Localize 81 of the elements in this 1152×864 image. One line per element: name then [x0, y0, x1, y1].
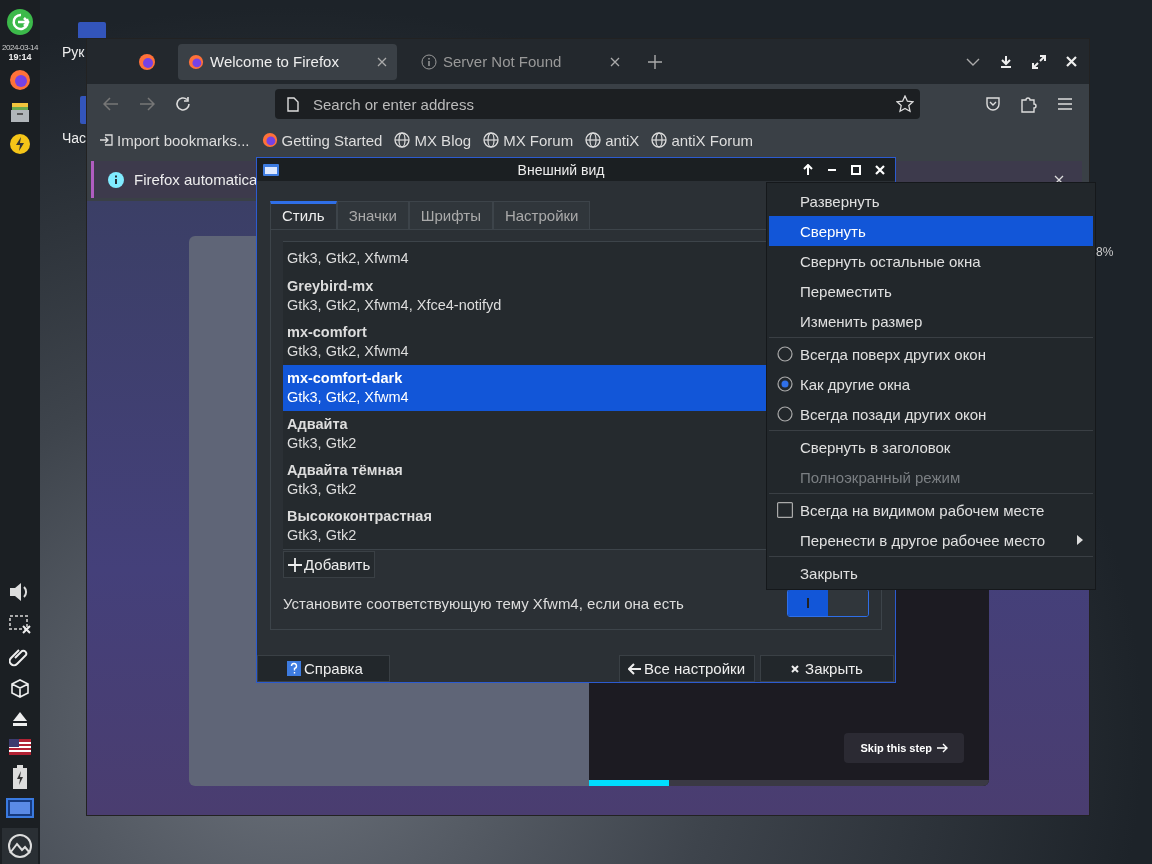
radio-button[interactable] [777, 376, 793, 392]
arrow-right-icon [937, 743, 948, 753]
expand-icon[interactable] [1032, 54, 1046, 69]
tab[interactable]: Значки [336, 201, 409, 229]
address-input[interactable]: Search or enter address [311, 94, 884, 114]
globe-icon [585, 132, 602, 148]
menu-item[interactable]: Переместить [769, 276, 1093, 306]
firefox-icon [261, 132, 278, 148]
arrow-up-icon[interactable] [803, 164, 813, 175]
window-title: Внешний вид [516, 161, 606, 178]
pocket-icon[interactable] [985, 96, 1001, 112]
download-icon[interactable] [1000, 55, 1012, 68]
desktop-reading: 8% [1096, 245, 1114, 259]
skip-button[interactable]: Skip this step [844, 733, 964, 763]
bookmark-link[interactable]: MX Blog [394, 131, 472, 149]
help-icon [287, 661, 301, 676]
close-button[interactable]: Закрыть [760, 655, 894, 682]
menu-item[interactable]: Свернуть остальные окна [769, 246, 1093, 276]
chevron-down-icon[interactable] [966, 57, 980, 66]
globe-icon [483, 132, 500, 148]
logout-icon[interactable] [6, 8, 34, 36]
firefox-icon[interactable] [138, 52, 156, 71]
help-button[interactable]: Справка [257, 655, 390, 682]
close-icon [791, 664, 800, 673]
lightning-icon[interactable] [9, 133, 31, 155]
maximize-icon[interactable] [851, 164, 861, 175]
tab[interactable]: Стиль [270, 201, 337, 229]
all-settings-button[interactable]: Все настройки [619, 655, 755, 682]
info-icon [421, 53, 437, 70]
tab[interactable]: Шрифты [408, 201, 493, 229]
battery-icon[interactable] [12, 765, 28, 789]
menu-item[interactable]: Всегда на видимом рабочем месте [769, 495, 1093, 525]
bookmark-link[interactable]: Getting Started [261, 131, 383, 149]
star-icon[interactable] [896, 95, 914, 113]
tab[interactable]: Настройки [492, 201, 591, 229]
browser-tab[interactable]: Welcome to Firefox [178, 43, 397, 80]
panel-date: 2024-03-14 [2, 43, 38, 52]
bookmark-link[interactable]: antiX Forum [651, 131, 754, 149]
mountain-logo-icon[interactable] [7, 833, 33, 859]
option-label: Установите соответствующую тему Xfwm4, если она есть [283, 594, 685, 612]
menu-item[interactable]: Изменить размер [769, 306, 1093, 336]
flag-icon[interactable] [9, 739, 31, 755]
puzzle-icon[interactable] [1021, 95, 1037, 113]
desktop-icon-label[interactable]: Рук [62, 44, 85, 60]
address-field[interactable]: Search or enter address [275, 89, 920, 119]
radio-button[interactable] [777, 406, 793, 422]
menu-item[interactable]: Свернуть в заголовок [769, 432, 1093, 462]
workspace-switcher[interactable] [6, 798, 34, 818]
menu-item[interactable]: Развернуть [769, 186, 1093, 216]
menu-item[interactable]: Перенести в другое рабочее место [769, 525, 1093, 555]
window-icon [263, 163, 279, 176]
import-icon [99, 133, 113, 147]
toggle-switch[interactable] [787, 589, 869, 617]
info-icon [108, 171, 124, 188]
bookmark-link[interactable]: Import bookmarks... [99, 131, 250, 149]
bookmark-link[interactable]: MX Forum [483, 131, 574, 149]
notification-text: Firefox automatica [134, 171, 258, 188]
bookmark-link[interactable]: antiX [585, 131, 640, 149]
plus-icon [288, 557, 302, 572]
arrow-left-icon [628, 662, 641, 675]
desktop-icon-label[interactable]: Час [62, 130, 87, 146]
firefox-icon[interactable] [9, 69, 31, 91]
file-cabinet-icon[interactable] [9, 101, 31, 123]
submenu-arrow-icon [1077, 535, 1083, 545]
plus-icon[interactable] [648, 54, 662, 69]
browser-tab[interactable]: Server Not Found [411, 43, 630, 80]
box-icon[interactable] [9, 677, 31, 699]
panel-clock: 19:14 [8, 52, 32, 62]
reload-icon[interactable] [175, 96, 191, 112]
radio-button[interactable] [777, 346, 793, 362]
close-icon[interactable] [610, 56, 620, 67]
page-icon [287, 96, 299, 112]
checkbox[interactable] [777, 502, 793, 518]
globe-icon [394, 132, 411, 148]
menu-item[interactable]: Закрыть [769, 558, 1093, 588]
add-button[interactable]: Добавить [283, 551, 376, 578]
globe-icon [651, 132, 668, 148]
firefox-icon [188, 53, 204, 70]
menu-icon[interactable] [1057, 97, 1073, 111]
menu-item[interactable]: Свернуть [769, 216, 1093, 246]
network-disconnected-icon[interactable] [8, 613, 32, 635]
